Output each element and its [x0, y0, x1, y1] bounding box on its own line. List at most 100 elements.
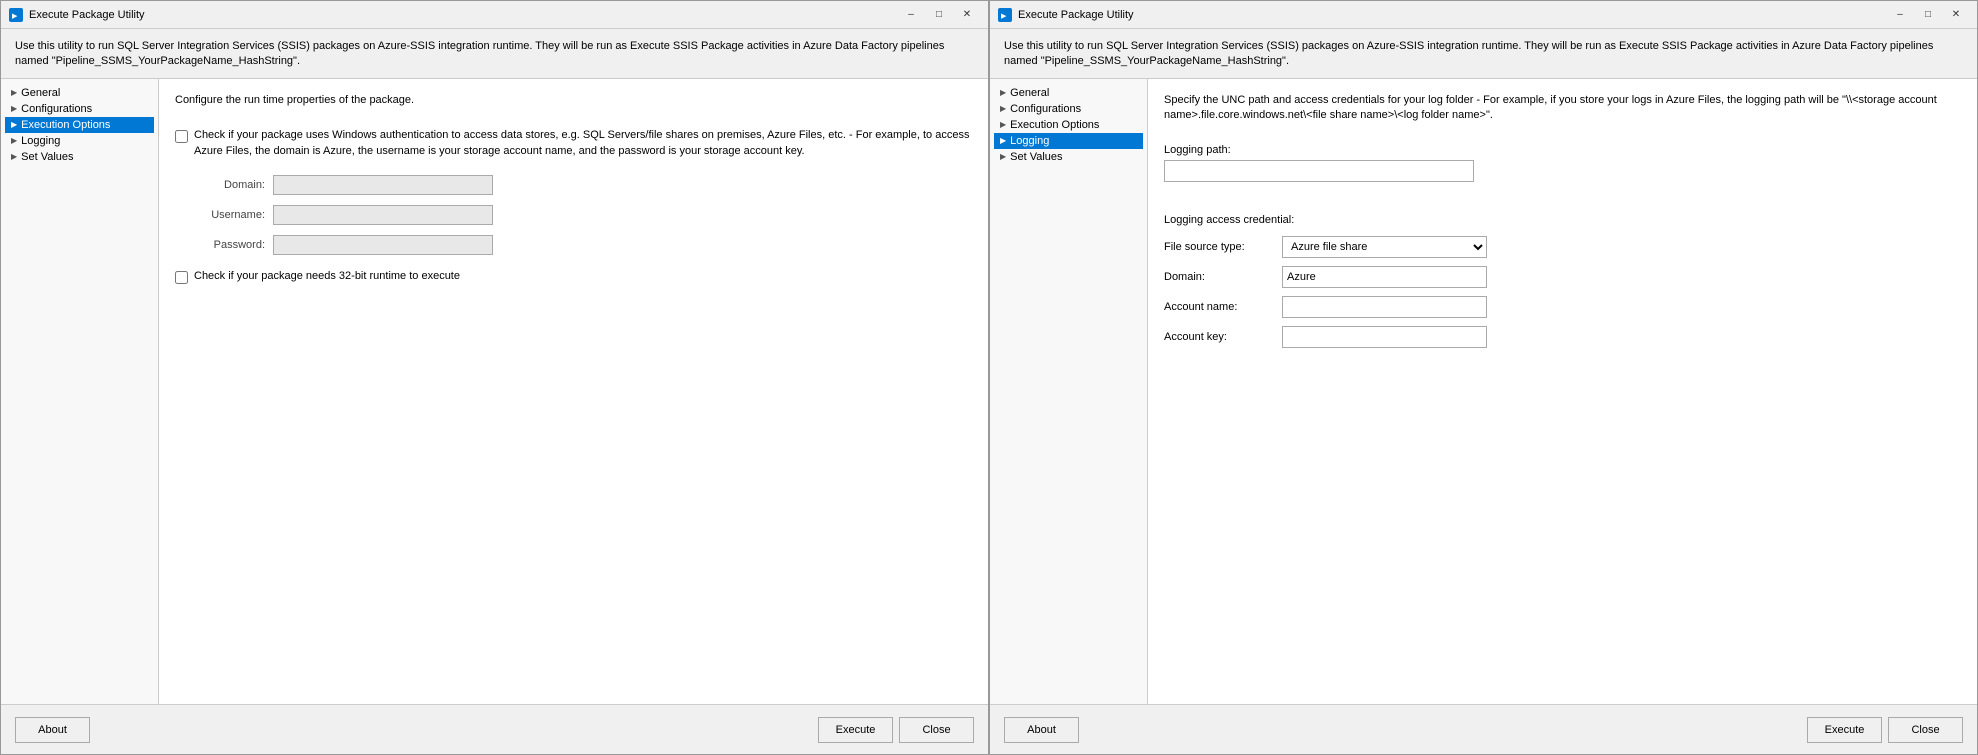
description-area-2: Use this utility to run SQL Server Integ…	[990, 29, 1977, 79]
nav-label-general-2: General	[1010, 87, 1049, 99]
close-x-button-2[interactable]: ✕	[1943, 5, 1969, 25]
nav-label-set-values-2: Set Values	[1010, 151, 1062, 163]
file-source-type-label: File source type:	[1164, 241, 1274, 253]
domain-label-1: Domain:	[175, 179, 265, 191]
about-button-2[interactable]: About	[1004, 717, 1079, 743]
runtime-label-1: Check if your package needs 32-bit runti…	[194, 269, 460, 284]
logging-path-section: Logging path:	[1164, 144, 1961, 198]
arrow-execution-options-2: ▶	[1000, 120, 1006, 129]
execute-button-1[interactable]: Execute	[818, 717, 893, 743]
domain-input-1[interactable]	[273, 175, 493, 195]
nav-item-logging-1[interactable]: ▶ Logging	[5, 133, 154, 149]
nav-label-logging-1: Logging	[21, 135, 60, 147]
credential-section-label: Logging access credential:	[1164, 214, 1961, 226]
nav-item-execution-options-2[interactable]: ▶ Execution Options	[994, 117, 1143, 133]
footer-right-1: Execute Close	[818, 717, 974, 743]
domain-group-1: Domain:	[175, 175, 972, 195]
nav-item-logging-2[interactable]: ▶ Logging	[994, 133, 1143, 149]
account-name-input[interactable]	[1282, 296, 1487, 318]
username-input-1[interactable]	[273, 205, 493, 225]
description-text-2: Use this utility to run SQL Server Integ…	[1004, 40, 1933, 67]
nav-label-configurations-1: Configurations	[21, 103, 92, 115]
file-source-type-group: File source type: Azure file share File …	[1164, 236, 1961, 258]
content-panel-2: Specify the UNC path and access credenti…	[1148, 79, 1977, 704]
nav-label-logging-2: Logging	[1010, 135, 1049, 147]
arrow-logging-1: ▶	[11, 136, 17, 145]
title-bar-2: ▶ Execute Package Utility – □ ✕	[990, 1, 1977, 29]
title-bar-left-1: ▶ Execute Package Utility	[9, 8, 145, 22]
content-description-1: Configure the run time properties of the…	[175, 93, 972, 108]
description-text-1: Use this utility to run SQL Server Integ…	[15, 40, 944, 67]
arrow-logging-2: ▶	[1000, 136, 1006, 145]
windows-auth-row-1: Check if your package uses Windows authe…	[175, 128, 972, 159]
title-bar-1: ▶ Execute Package Utility – □ ✕	[1, 1, 988, 29]
arrow-configurations-2: ▶	[1000, 104, 1006, 113]
arrow-set-values-2: ▶	[1000, 152, 1006, 161]
nav-panel-1: ▶ General ▶ Configurations ▶ Execution O…	[1, 79, 159, 704]
title-bar-left-2: ▶ Execute Package Utility	[998, 8, 1134, 22]
domain-label-2: Domain:	[1164, 271, 1274, 283]
logging-path-input[interactable]	[1164, 160, 1474, 182]
close-button-1[interactable]: Close	[899, 717, 974, 743]
windows-auth-label-1: Check if your package uses Windows authe…	[194, 128, 972, 159]
title-controls-2: – □ ✕	[1887, 5, 1969, 25]
account-key-label: Account key:	[1164, 331, 1274, 343]
domain-input-2[interactable]	[1282, 266, 1487, 288]
file-source-type-select[interactable]: Azure file share File share	[1282, 236, 1487, 258]
nav-item-execution-options-1[interactable]: ▶ Execution Options	[5, 117, 154, 133]
close-x-button-1[interactable]: ✕	[954, 5, 980, 25]
nav-item-configurations-1[interactable]: ▶ Configurations	[5, 101, 154, 117]
content-description-2: Specify the UNC path and access credenti…	[1164, 93, 1961, 124]
username-label-1: Username:	[175, 209, 265, 221]
arrow-set-values-1: ▶	[11, 152, 17, 161]
main-content-2: ▶ General ▶ Configurations ▶ Execution O…	[990, 79, 1977, 704]
minimize-button-1[interactable]: –	[898, 5, 924, 25]
account-name-label: Account name:	[1164, 301, 1274, 313]
arrow-general-2: ▶	[1000, 88, 1006, 97]
nav-label-execution-options-2: Execution Options	[1010, 119, 1099, 131]
window-title-1: Execute Package Utility	[29, 9, 145, 21]
maximize-button-1[interactable]: □	[926, 5, 952, 25]
arrow-execution-options-1: ▶	[11, 120, 17, 129]
nav-panel-2: ▶ General ▶ Configurations ▶ Execution O…	[990, 79, 1148, 704]
nav-label-set-values-1: Set Values	[21, 151, 73, 163]
app-icon-1: ▶	[9, 8, 23, 22]
password-group-1: Password:	[175, 235, 972, 255]
credential-section: Logging access credential: File source t…	[1164, 214, 1961, 348]
description-area-1: Use this utility to run SQL Server Integ…	[1, 29, 988, 79]
nav-item-set-values-2[interactable]: ▶ Set Values	[994, 149, 1143, 165]
runtime-checkbox-1[interactable]	[175, 271, 188, 284]
account-key-group: Account key:	[1164, 326, 1961, 348]
password-label-1: Password:	[175, 239, 265, 251]
about-button-1[interactable]: About	[15, 717, 90, 743]
domain-group-2: Domain:	[1164, 266, 1961, 288]
nav-label-general-1: General	[21, 87, 60, 99]
maximize-button-2[interactable]: □	[1915, 5, 1941, 25]
close-button-2[interactable]: Close	[1888, 717, 1963, 743]
account-key-input[interactable]	[1282, 326, 1487, 348]
nav-item-configurations-2[interactable]: ▶ Configurations	[994, 101, 1143, 117]
footer-2: About Execute Close	[990, 704, 1977, 754]
arrow-general-1: ▶	[11, 88, 17, 97]
runtime-row-1: Check if your package needs 32-bit runti…	[175, 269, 972, 284]
footer-right-2: Execute Close	[1807, 717, 1963, 743]
logging-path-label: Logging path:	[1164, 144, 1961, 156]
window-title-2: Execute Package Utility	[1018, 9, 1134, 21]
nav-item-general-2[interactable]: ▶ General	[994, 85, 1143, 101]
execute-button-2[interactable]: Execute	[1807, 717, 1882, 743]
nav-label-configurations-2: Configurations	[1010, 103, 1081, 115]
account-name-group: Account name:	[1164, 296, 1961, 318]
password-input-1[interactable]	[273, 235, 493, 255]
arrow-configurations-1: ▶	[11, 104, 17, 113]
window-2: ▶ Execute Package Utility – □ ✕ Use this…	[989, 0, 1978, 755]
svg-text:▶: ▶	[12, 13, 18, 20]
username-group-1: Username:	[175, 205, 972, 225]
windows-auth-checkbox-1[interactable]	[175, 130, 188, 143]
nav-label-execution-options-1: Execution Options	[21, 119, 110, 131]
nav-item-set-values-1[interactable]: ▶ Set Values	[5, 149, 154, 165]
window-1: ▶ Execute Package Utility – □ ✕ Use this…	[0, 0, 989, 755]
minimize-button-2[interactable]: –	[1887, 5, 1913, 25]
nav-item-general-1[interactable]: ▶ General	[5, 85, 154, 101]
main-content-1: ▶ General ▶ Configurations ▶ Execution O…	[1, 79, 988, 704]
content-panel-1: Configure the run time properties of the…	[159, 79, 988, 704]
